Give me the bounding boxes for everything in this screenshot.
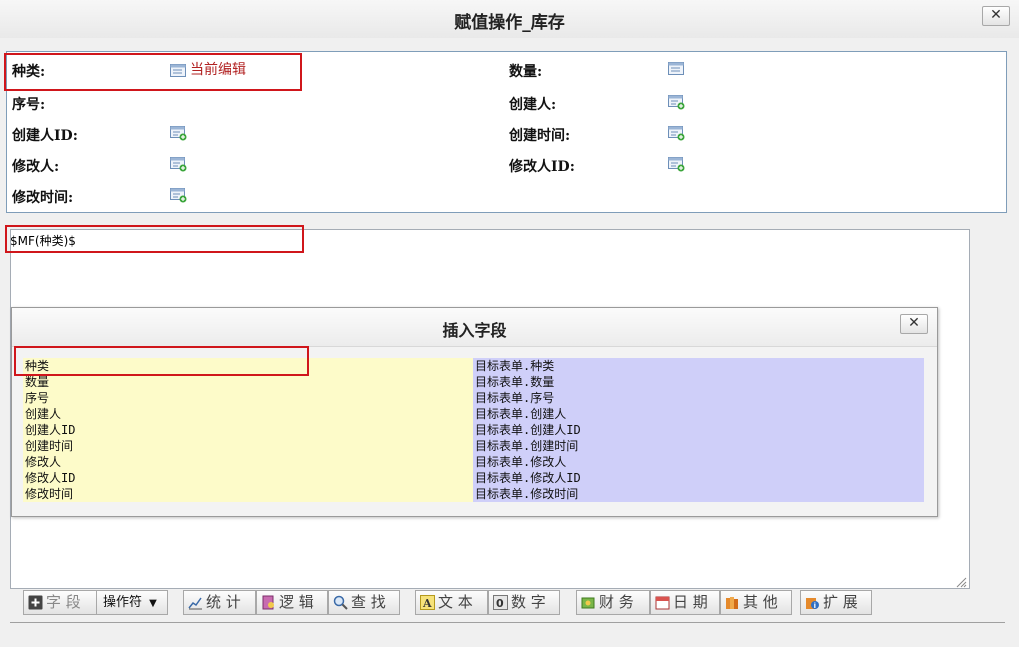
field-name-cell[interactable]: 修改人	[23, 454, 473, 470]
form-add-icon[interactable]	[170, 157, 188, 173]
date-button-label: 日 期	[673, 593, 708, 611]
window-title: 赋值操作_库存	[454, 13, 565, 33]
table-row[interactable]: 创建人 目标表单.创建人	[23, 406, 924, 422]
operator-label: 操作符	[103, 595, 143, 610]
number-button[interactable]: 0 数 字	[488, 590, 560, 615]
text-button-label: 文 本	[438, 593, 473, 611]
modify-time-label: 修改时间:	[12, 190, 74, 206]
text-icon: A	[420, 595, 435, 610]
number-button-label: 数 字	[511, 593, 546, 611]
field-path-cell[interactable]: 目标表单.修改人ID	[473, 470, 924, 486]
field-path-cell[interactable]: 目标表单.创建人ID	[473, 422, 924, 438]
field-button-label: 字 段	[46, 593, 81, 611]
highlight-box	[4, 53, 302, 91]
form-add-icon[interactable]	[170, 126, 188, 142]
form-add-icon[interactable]	[668, 95, 686, 111]
logic-button-label: 逻 辑	[279, 593, 314, 611]
number-icon: 0	[493, 595, 508, 610]
stats-button[interactable]: 统 计	[183, 590, 256, 615]
creator-id-label: 创建人ID:	[12, 128, 78, 144]
resize-grip-icon[interactable]	[955, 576, 967, 588]
find-button[interactable]: 查 找	[328, 590, 400, 615]
svg-text:i: i	[814, 602, 816, 610]
calendar-icon	[655, 596, 670, 610]
field-name-cell[interactable]: 修改人ID	[23, 470, 473, 486]
table-row[interactable]: 数量 目标表单.数量	[23, 374, 924, 390]
logic-button[interactable]: 逻 辑	[256, 590, 328, 615]
chart-icon	[188, 597, 202, 610]
extend-button[interactable]: i 扩 展	[800, 590, 872, 615]
finance-button-label: 财 务	[599, 593, 634, 611]
field-name-cell[interactable]: 数量	[23, 374, 473, 390]
creator-label: 创建人:	[509, 97, 557, 113]
field-path-cell[interactable]: 目标表单.创建时间	[473, 438, 924, 454]
logic-icon	[262, 595, 274, 610]
svg-text:A: A	[422, 597, 432, 610]
field-name-cell[interactable]: 创建时间	[23, 438, 473, 454]
table-row[interactable]: 创建时间 目标表单.创建时间	[23, 438, 924, 454]
create-time-label: 创建时间:	[509, 128, 571, 144]
field-name-cell[interactable]: 序号	[23, 390, 473, 406]
serial-label: 序号:	[12, 97, 46, 113]
caret-down-icon: ▼	[149, 598, 157, 609]
svg-text:0: 0	[496, 597, 504, 610]
field-path-cell[interactable]: 目标表单.修改时间	[473, 486, 924, 502]
highlight-box	[14, 346, 309, 376]
magnifier-icon	[333, 595, 348, 610]
extend-button-label: 扩 展	[823, 593, 858, 611]
table-row[interactable]: 修改人ID 目标表单.修改人ID	[23, 470, 924, 486]
finance-button[interactable]: 财 务	[576, 590, 650, 615]
field-path-cell[interactable]: 目标表单.创建人	[473, 406, 924, 422]
field-button[interactable]: 字 段	[23, 590, 97, 615]
field-path-cell[interactable]: 目标表单.修改人	[473, 454, 924, 470]
plus-icon	[28, 595, 43, 610]
modifier-id-label: 修改人ID:	[509, 159, 575, 175]
window-titlebar: 赋值操作_库存 ✕	[0, 0, 1019, 39]
form-add-icon[interactable]	[668, 157, 686, 173]
books-icon	[726, 597, 738, 609]
insert-field-dialog: 插入字段 ✕ 种类 目标表单.种类 数量 目标表单.数量 序号 目标表单.序号 创建人 目标表…	[11, 307, 938, 517]
info-icon: i	[806, 598, 819, 610]
quantity-label: 数量:	[509, 64, 543, 80]
field-path-cell[interactable]: 目标表单.数量	[473, 374, 924, 390]
form-add-icon[interactable]	[170, 188, 188, 204]
table-row[interactable]: 创建人ID 目标表单.创建人ID	[23, 422, 924, 438]
form-add-icon[interactable]	[668, 126, 686, 142]
window-close-button[interactable]: ✕	[982, 6, 1010, 26]
dialog-title: 插入字段	[442, 321, 507, 340]
operator-dropdown[interactable]: 操作符 ▼	[96, 590, 168, 615]
field-path-cell[interactable]: 目标表单.种类	[473, 358, 924, 374]
modifier-label: 修改人:	[12, 159, 60, 175]
dialog-close-button[interactable]: ✕	[900, 314, 928, 334]
other-button[interactable]: 其 他	[720, 590, 792, 615]
form-field-icon[interactable]	[668, 62, 684, 76]
highlight-box	[5, 225, 304, 253]
field-table: 种类 目标表单.种类 数量 目标表单.数量 序号 目标表单.序号 创建人 目标表单.创建人 创建…	[23, 358, 924, 502]
divider	[10, 622, 1005, 623]
finance-icon	[581, 597, 595, 609]
text-button[interactable]: A 文 本	[415, 590, 488, 615]
field-name-cell[interactable]: 创建人ID	[23, 422, 473, 438]
table-row[interactable]: 修改人 目标表单.修改人	[23, 454, 924, 470]
table-row[interactable]: 修改时间 目标表单.修改时间	[23, 486, 924, 502]
table-row[interactable]: 序号 目标表单.序号	[23, 390, 924, 406]
stats-button-label: 统 计	[206, 593, 241, 611]
field-name-cell[interactable]: 修改时间	[23, 486, 473, 502]
field-path-cell[interactable]: 目标表单.序号	[473, 390, 924, 406]
field-name-cell[interactable]: 创建人	[23, 406, 473, 422]
date-button[interactable]: 日 期	[650, 590, 720, 615]
other-button-label: 其 他	[743, 593, 778, 611]
dialog-titlebar: 插入字段 ✕	[12, 308, 937, 347]
find-button-label: 查 找	[351, 593, 386, 611]
